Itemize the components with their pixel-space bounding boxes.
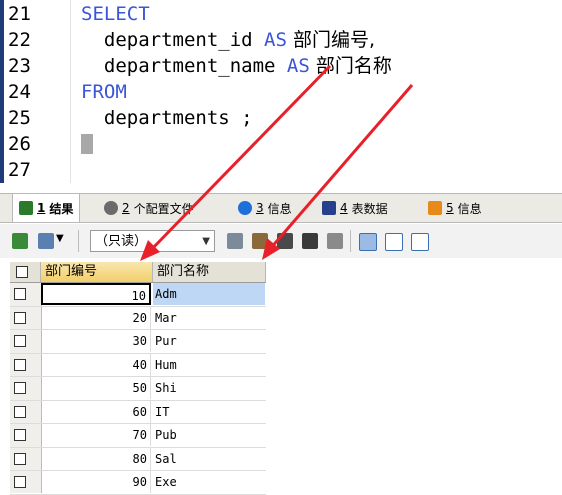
cell-dept-name[interactable]: Shi — [153, 377, 265, 399]
code-line[interactable]: 22 department_id AS 部门编号, — [0, 27, 562, 53]
code-text: FROM — [81, 79, 127, 105]
row-checkbox[interactable] — [14, 452, 26, 465]
sql-token: 部门名称 — [309, 55, 392, 77]
table-row[interactable]: 60 IT — [10, 400, 266, 424]
line-number: 21 — [8, 3, 31, 25]
row-checkbox[interactable] — [14, 382, 26, 394]
sql-keyword: AS — [286, 55, 310, 77]
cell-dept-name[interactable]: Sal — [153, 448, 265, 470]
sql-token: 部门编号, — [286, 29, 376, 51]
table-data-icon — [322, 201, 336, 215]
sql-keyword: FROM — [81, 81, 127, 103]
cell-dept-id[interactable]: 60 — [41, 400, 151, 423]
tab-results[interactable]: 1 结果 — [12, 194, 81, 222]
table-row[interactable]: 10 Adm — [10, 283, 266, 307]
cell-dept-id[interactable]: 70 — [41, 424, 151, 446]
cell-dept-id[interactable]: 50 — [41, 377, 151, 399]
result-toolbar: ▼ （只读） ▼ — [0, 224, 562, 258]
cell-dept-id[interactable]: 90 — [41, 471, 151, 493]
cell-dept-name[interactable]: Mar — [153, 307, 265, 329]
cell-dept-name[interactable]: IT — [153, 401, 265, 423]
code-text: department_name AS 部门名称 — [81, 53, 392, 79]
tab-info-2[interactable]: 5 信息 — [422, 194, 488, 222]
sql-token: departments ; — [81, 107, 253, 129]
code-line[interactable]: 23 department_name AS 部门名称 — [0, 53, 562, 79]
info-colored-icon — [428, 201, 442, 215]
row-checkbox[interactable] — [14, 405, 26, 418]
code-line[interactable]: 24 FROM — [0, 79, 562, 105]
cell-dept-name[interactable]: Adm — [153, 283, 265, 305]
chevron-down-icon: ▼ — [202, 236, 210, 247]
result-grid: 部门编号 部门名称 10 Adm 20 Mar 30 Pur 40 Hum 50 Shi 60 IT 7… — [10, 262, 266, 495]
code-line[interactable]: 21 SELECT — [0, 1, 562, 27]
tab-info[interactable]: 3 信息 — [232, 194, 298, 222]
row-checkbox[interactable] — [14, 476, 26, 488]
sql-token: department_id — [81, 29, 265, 51]
column-header-dept-name[interactable]: 部门名称 — [153, 262, 266, 282]
cell-dept-id[interactable]: 80 — [41, 447, 151, 470]
row-checkbox[interactable] — [14, 288, 26, 300]
line-number: 25 — [8, 107, 31, 129]
result-grid-icon — [19, 201, 33, 215]
line-number: 27 — [8, 159, 31, 181]
tab-profiles[interactable]: 2 个配置文件 — [98, 194, 200, 222]
table-row[interactable]: 80 Sal — [10, 447, 266, 471]
line-number: 23 — [8, 55, 31, 77]
text-mode-icon[interactable] — [411, 233, 429, 251]
readonly-mode-select[interactable]: （只读） ▼ — [90, 230, 215, 252]
save-icon[interactable] — [277, 233, 293, 249]
sql-token: department_name — [81, 55, 287, 77]
grid-header: 部门编号 部门名称 — [10, 262, 266, 283]
delete-icon[interactable] — [302, 233, 318, 249]
line-number: 26 — [8, 133, 31, 155]
form-mode-icon[interactable] — [385, 233, 403, 251]
export-grid-icon[interactable] — [12, 233, 28, 249]
sql-keyword: SELECT — [81, 3, 150, 25]
code-text: departments ; — [81, 105, 253, 131]
column-header-dept-id[interactable]: 部门编号 — [41, 262, 153, 282]
discard-changes-icon[interactable] — [327, 233, 343, 249]
grid-mode-icon[interactable] — [359, 233, 377, 251]
code-text: department_id AS 部门编号, — [81, 27, 375, 53]
cell-dept-name[interactable]: Exe — [153, 471, 265, 493]
cell-dept-name[interactable]: Pub — [153, 424, 265, 446]
code-line[interactable]: 27 — [0, 157, 562, 183]
line-number: 22 — [8, 29, 31, 51]
table-row[interactable]: 70 Pub — [10, 424, 266, 448]
cell-dept-name[interactable]: Pur — [153, 330, 265, 352]
row-checkbox[interactable] — [14, 429, 26, 441]
cell-dept-id[interactable]: 40 — [41, 353, 151, 376]
profile-icon — [104, 201, 118, 215]
row-checkbox[interactable] — [14, 335, 26, 347]
code-text: SELECT — [81, 1, 150, 27]
sql-keyword: AS — [264, 29, 287, 51]
tab-table-data[interactable]: 4 表数据 — [316, 194, 394, 222]
grid-view-dropdown-icon[interactable] — [38, 233, 54, 249]
text-cursor — [81, 134, 93, 154]
insert-row-icon[interactable] — [227, 233, 243, 249]
table-row[interactable]: 50 Shi — [10, 377, 266, 401]
table-row[interactable]: 40 Hum — [10, 353, 266, 377]
info-icon — [238, 201, 252, 215]
row-checkbox[interactable] — [14, 311, 26, 324]
sql-editor[interactable]: 21 SELECT 22 department_id AS 部门编号, 23 depa… — [0, 0, 562, 183]
table-row[interactable]: 20 Mar — [10, 306, 266, 330]
line-number: 24 — [8, 81, 31, 103]
cell-dept-id[interactable]: 20 — [41, 306, 151, 329]
result-tab-bar: 1 结果 2 个配置文件 3 信息 4 表数据 5 信息 — [0, 193, 562, 223]
cell-dept-id[interactable]: 10 — [41, 283, 151, 305]
select-all-checkbox[interactable] — [10, 262, 41, 282]
row-checkbox[interactable] — [14, 358, 26, 371]
chevron-down-icon[interactable]: ▼ — [56, 233, 64, 244]
copy-row-icon[interactable] — [252, 233, 268, 249]
cell-dept-name[interactable]: Hum — [153, 354, 265, 376]
table-row[interactable]: 30 Pur — [10, 330, 266, 354]
cell-dept-id[interactable]: 30 — [41, 330, 151, 352]
table-row[interactable]: 90 Exe — [10, 471, 266, 495]
code-line[interactable]: 25 departments ; — [0, 105, 562, 131]
